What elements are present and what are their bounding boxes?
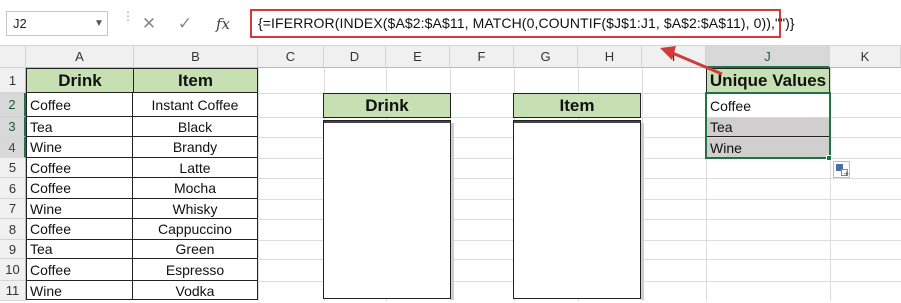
column-header-a[interactable]: A [26, 46, 134, 68]
table-cell-drink[interactable]: Coffee [27, 219, 133, 240]
table-cell-drink[interactable]: Coffee [27, 93, 133, 117]
column-header-f[interactable]: F [450, 46, 514, 68]
table-cell-item[interactable]: Vodka [133, 281, 257, 300]
cancel-icon[interactable]: ✕ [136, 11, 162, 36]
row-header-1[interactable]: 1 [0, 68, 26, 93]
red-arrow-icon [660, 46, 723, 76]
select-all-corner[interactable] [0, 46, 26, 68]
formula-buttons: ✕ ✓ fx [136, 11, 246, 36]
table-cell-drink[interactable]: Coffee [27, 158, 133, 178]
table-cell-item[interactable]: Instant Coffee [133, 93, 257, 117]
column-header-h[interactable]: H [578, 46, 642, 68]
item-box-header[interactable]: Item [513, 93, 641, 118]
paste-options-icon[interactable]: + [833, 161, 850, 179]
row-header-11[interactable]: 11 [0, 281, 26, 301]
insert-function-icon[interactable]: fx [210, 11, 236, 36]
table-cell-item[interactable]: Espresso [133, 259, 257, 281]
header-item[interactable]: Item [133, 68, 258, 93]
row-header-2[interactable]: 2 [0, 93, 26, 117]
column-header-b[interactable]: B [134, 46, 258, 68]
formula-bar: J2 ▼ ⋮ ✕ ✓ fx {=IFERROR(INDEX($A$2:$A$11… [0, 0, 901, 46]
drink-box-area[interactable] [323, 120, 454, 300]
row-header-10[interactable]: 10 [0, 259, 26, 281]
grip-icon: ⋮ [122, 9, 134, 23]
row-header-6[interactable]: 6 [0, 178, 26, 199]
table-cell-item[interactable]: Whisky [133, 199, 257, 219]
table-cell-drink[interactable]: Tea [27, 240, 133, 259]
table-cell-item[interactable]: Brandy [133, 137, 257, 158]
header-drink[interactable]: Drink [26, 68, 134, 93]
table-cell-item[interactable]: Cappuccino [133, 219, 257, 240]
table-cell-drink[interactable]: Wine [27, 281, 133, 300]
fill-handle[interactable] [826, 155, 832, 161]
formula-input[interactable]: {=IFERROR(INDEX($A$2:$A$11, MATCH(0,COUN… [250, 9, 795, 38]
table-cell-drink[interactable]: Coffee [27, 178, 133, 199]
table-cell-item[interactable]: Black [133, 117, 257, 137]
grid-line [258, 68, 259, 301]
chevron-down-icon[interactable]: ▼ [90, 11, 108, 36]
table-cell-drink[interactable]: Wine [27, 199, 133, 219]
column-header-g[interactable]: G [514, 46, 578, 68]
column-header-k[interactable]: K [830, 46, 901, 68]
column-header-d[interactable]: D [324, 46, 386, 68]
row-header-4[interactable]: 4 [0, 137, 26, 158]
table-cell-item[interactable]: Latte [133, 158, 257, 178]
row-header-9[interactable]: 9 [0, 240, 26, 259]
table-cell-item[interactable]: Green [133, 240, 257, 259]
table-cell-drink[interactable]: Tea [27, 117, 133, 137]
row-header-3[interactable]: 3 [0, 117, 26, 137]
table-cell-drink[interactable]: Wine [27, 137, 133, 158]
table-cell-drink[interactable]: Coffee [27, 259, 133, 281]
column-header-c[interactable]: C [258, 46, 324, 68]
row-header-5[interactable]: 5 [0, 158, 26, 178]
row-header-8[interactable]: 8 [0, 219, 26, 240]
table-cell-item[interactable]: Mocha [133, 178, 257, 199]
row-header-7[interactable]: 7 [0, 199, 26, 219]
column-header-e[interactable]: E [386, 46, 450, 68]
item-box-area[interactable] [513, 120, 644, 300]
selection-range [705, 92, 831, 159]
drink-box-header[interactable]: Drink [323, 93, 451, 118]
enter-icon[interactable]: ✓ [172, 11, 198, 36]
